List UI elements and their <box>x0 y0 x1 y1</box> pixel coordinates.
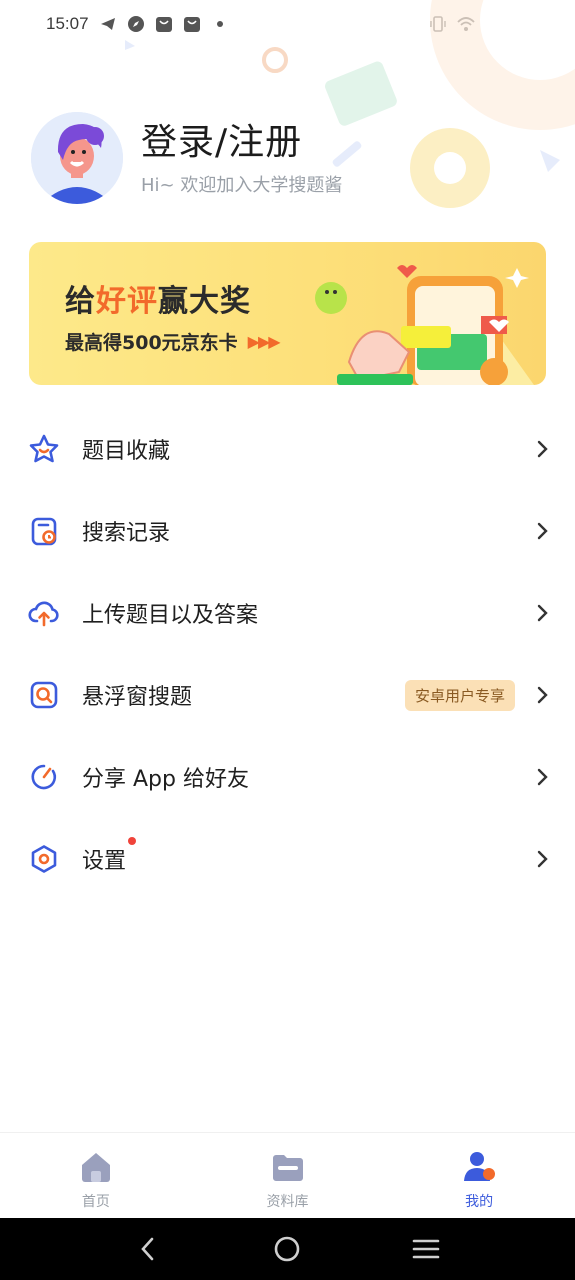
menu-label: 上传题目以及答案 <box>82 603 259 628</box>
signal-icon <box>486 16 503 32</box>
triple-arrow-icon: ▶▶▶ <box>247 332 281 351</box>
menu-label: 题目收藏 <box>82 439 171 464</box>
recents-menu-icon[interactable] <box>412 1235 440 1263</box>
menu-item-search-history[interactable]: 搜索记录 <box>0 490 575 572</box>
profile-header[interactable]: 登录/注册 Hi~ 欢迎加入大学搜题酱 <box>31 110 551 205</box>
chevron-right-icon <box>537 604 548 622</box>
folder-icon <box>272 1155 303 1181</box>
vibrate-icon <box>430 16 446 32</box>
menu-label: 分享 App 给好友 <box>82 767 249 792</box>
share-icon <box>31 764 57 790</box>
home-icon <box>81 1153 110 1182</box>
bottom-nav: 首页 资料库 我的 <box>0 1132 575 1218</box>
nav-item-home[interactable]: 首页 <box>0 1133 192 1218</box>
system-nav-bar <box>0 1218 575 1280</box>
red-dot-badge <box>128 837 137 845</box>
chevron-right-icon <box>537 522 548 540</box>
menu-item-share[interactable]: 分享 App 给好友 <box>0 736 575 818</box>
avatar[interactable] <box>31 111 123 204</box>
home-circle-icon[interactable] <box>273 1235 301 1263</box>
nav-label: 资料库 <box>266 1194 309 1210</box>
nav-label: 我的 <box>465 1194 494 1210</box>
upload-cloud-icon <box>28 601 59 627</box>
history-icon <box>31 517 57 546</box>
nav-item-mine[interactable]: 我的 <box>383 1133 575 1218</box>
shopping-bag-icon-2 <box>183 17 200 32</box>
menu-item-settings[interactable]: 设置 <box>0 818 575 900</box>
banner-phone-illustration <box>315 265 534 385</box>
welcome-text: Hi~ 欢迎加入大学搜题酱 <box>141 174 343 196</box>
telegram-icon <box>100 18 115 30</box>
menu-item-floating-search[interactable]: 悬浮窗搜题 安卓用户专享 <box>0 654 575 736</box>
chevron-right-icon <box>537 440 548 458</box>
chevron-right-icon <box>537 850 548 868</box>
menu-label: 搜索记录 <box>82 521 171 546</box>
menu-item-favorites[interactable]: 题目收藏 <box>0 408 575 490</box>
android-exclusive-tag: 安卓用户专享 <box>404 679 515 711</box>
menu-label: 悬浮窗搜题 <box>82 685 193 710</box>
chevron-right-icon <box>537 686 548 704</box>
shopping-bag-icon <box>155 17 172 32</box>
wifi-icon <box>457 17 475 31</box>
banner-title: 给好评赢大奖 <box>65 284 251 319</box>
notification-dot-icon <box>216 21 223 27</box>
back-icon[interactable] <box>135 1235 163 1263</box>
login-register-link[interactable]: 登录/注册 <box>141 119 342 167</box>
avatar-illustration <box>31 111 123 204</box>
menu-label: 设置 <box>82 837 137 875</box>
review-reward-banner[interactable]: 给好评赢大奖 最高得500元京东卡 ▶▶▶ <box>29 242 546 385</box>
menu-item-upload[interactable]: 上传题目以及答案 <box>0 572 575 654</box>
compass-icon <box>127 16 144 32</box>
settings-icon <box>31 845 57 873</box>
profile-icon <box>464 1152 496 1181</box>
status-time: 15:07 <box>46 14 89 33</box>
floating-search-icon <box>30 681 58 709</box>
star-icon <box>29 434 59 463</box>
chevron-right-icon <box>537 768 548 786</box>
nav-item-library[interactable]: 资料库 <box>192 1133 384 1218</box>
nav-label: 首页 <box>81 1194 110 1210</box>
menu-list: 题目收藏 搜索记录 上传题目以及答案 悬浮窗搜题 安卓用户专享 分享 App 给… <box>0 408 575 900</box>
status-bar: 15:07 <box>0 0 575 48</box>
banner-subtitle: 最高得500元京东卡 ▶▶▶ <box>65 332 281 354</box>
battery-icon <box>518 16 527 32</box>
